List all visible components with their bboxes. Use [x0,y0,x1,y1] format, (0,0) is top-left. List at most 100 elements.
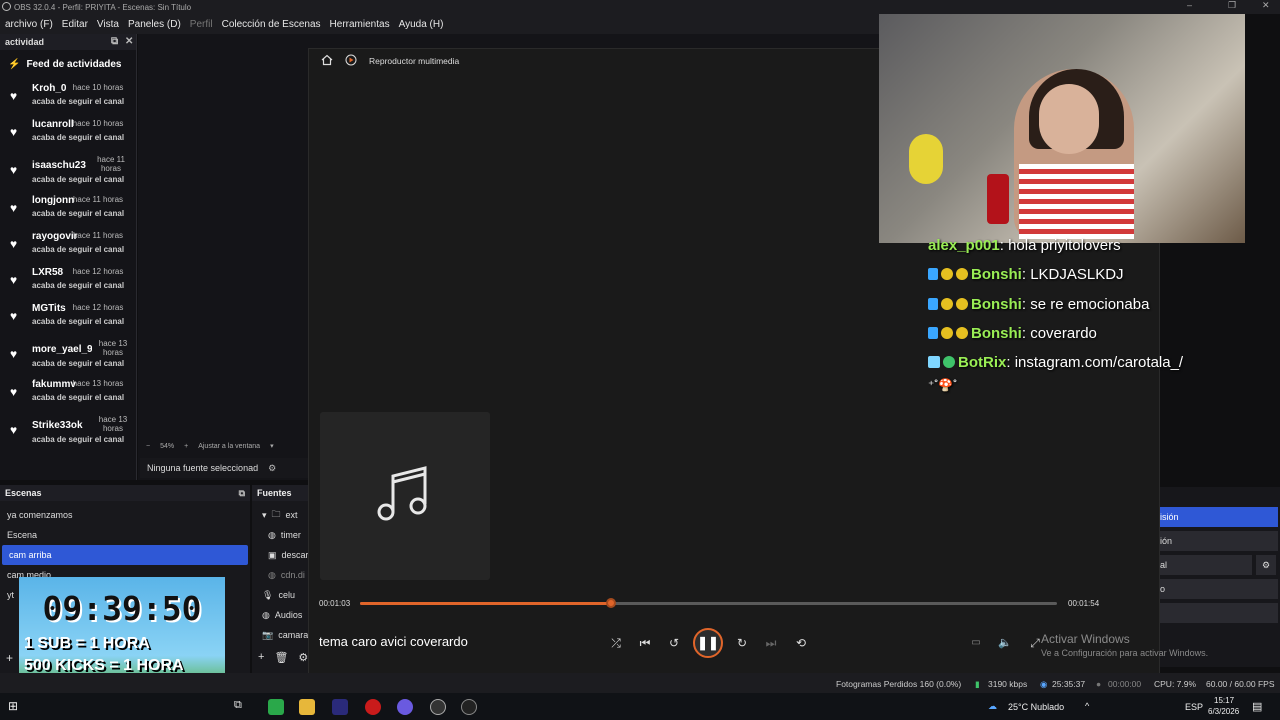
heart-icon: ♥ [10,347,18,361]
control-item[interactable]: isión [1160,507,1278,527]
windows-start-icon[interactable]: ⊞ [8,699,18,713]
undock-icon[interactable]: ⧉ [111,36,118,47]
menu-view[interactable]: Vista [97,19,119,30]
weather-text[interactable]: 25°C Nublado [1008,702,1064,712]
mushroom-emote-icon: ⁺˚🍄˚ [928,378,958,392]
undock-icon[interactable]: ⧉ [239,488,245,499]
badge-icon [928,327,938,339]
heart-icon: ♥ [10,309,18,323]
clock-date[interactable]: 6/3/2026 [1208,707,1239,716]
task-view-icon[interactable]: ⧉ [234,699,242,712]
next-icon[interactable]: ⏭ [763,635,779,651]
fit-window-label[interactable]: Ajustar a la ventana [198,443,260,450]
rec-icon: ● [1096,679,1102,689]
chat-user: Bonshi [971,296,1022,313]
heart-icon: ♥ [10,385,18,399]
volume-icon[interactable]: 🔈 [997,635,1013,651]
media-player-taskbar-icon[interactable] [461,699,477,715]
trash-icon[interactable]: 🗑 [274,651,288,664]
gear-icon[interactable]: ⚙ [1256,555,1276,575]
streamer-face [1039,84,1099,154]
weather-icon: ☁ [988,701,997,711]
obs-taskbar-icon[interactable] [430,699,446,715]
premiere-icon[interactable] [332,699,348,715]
minimize-icon[interactable]: – [1187,0,1192,10]
activity-time: hace 13 horas [98,339,128,357]
chat-emote: ⁺˚🍄˚ [928,378,957,392]
chevron-down-icon[interactable]: ▾ [270,442,274,450]
add-scene-button[interactable]: + [6,651,13,665]
status-bar: Fotogramas Perdidos 160 (0.0%) ▮ 3190 kb… [0,673,1280,693]
activity-action: acaba de seguir el canal [32,359,125,368]
tray-chevron-icon[interactable]: ^ [1085,701,1089,711]
heart-icon: ♥ [10,273,18,287]
source-item[interactable]: 📷 camara [252,625,308,645]
heart-icon: ♥ [10,237,18,251]
source-item[interactable]: ▣ descar [252,545,308,565]
menu-file[interactable]: archivo (F) [5,19,53,30]
gear-icon[interactable]: ⚙ [298,651,308,664]
seek-handle[interactable] [605,598,616,608]
menu-tools[interactable]: Herramientas [330,19,390,30]
rewind-icon[interactable]: ↺ [666,635,682,651]
file-explorer-icon[interactable] [299,699,315,715]
source-item[interactable]: 🎙 celu [252,585,308,605]
source-item[interactable]: ▾ 🗀 ext [252,505,308,525]
badge-icon [941,327,953,339]
previous-icon[interactable]: ⏮ [637,635,653,651]
source-item[interactable]: ◍ timer [252,525,308,545]
source-item[interactable]: ◍ Audios [252,605,308,625]
notification-icon[interactable]: ▤ [1252,700,1262,713]
control-item[interactable] [1160,603,1278,623]
language[interactable]: ESP [1185,702,1203,712]
menu-edit[interactable]: Editar [62,19,88,30]
globe-icon: ◍ [268,569,276,580]
close-dock-icon[interactable]: ✕ [125,36,133,47]
control-item[interactable]: o [1160,579,1278,599]
menu-profile[interactable]: Perfil [190,19,213,30]
forward-icon[interactable]: ↻ [734,635,750,651]
control-item[interactable]: ión [1160,531,1278,551]
album-art [320,412,490,580]
gear-icon[interactable]: ⚙ [268,463,276,474]
activity-user: longjonn [32,195,75,206]
maximize-icon[interactable]: ❐ [1228,0,1236,11]
app-icon-b[interactable] [268,699,284,715]
miniplayer-icon[interactable]: ▭ [968,635,984,651]
menu-docks[interactable]: Paneles (D) [128,19,181,30]
activity-action: acaba de seguir el canal [32,317,125,326]
home-icon[interactable] [321,54,333,68]
chevron-down-icon[interactable]: ▾ [262,510,267,521]
chat-text: instagram.com/carotala_/ [1014,354,1184,371]
activity-action: acaba de seguir el canal [32,133,125,142]
taco-badge-icon [956,268,968,280]
repeat-off-icon[interactable]: ⟲ [793,635,809,651]
zoom-out-button[interactable]: − [146,443,150,450]
badge-icon [928,268,938,280]
sources-dock: Fuentes ▾ 🗀 ext ◍ timer ▣ descar ◍ cdn.di 🎙 ce… [252,485,308,673]
pause-button[interactable]: ❚❚ [693,628,723,658]
opera-icon[interactable] [365,699,381,715]
discord-icon[interactable] [397,699,413,715]
menu-scene-collection[interactable]: Colección de Escenas [222,19,321,30]
zoom-in-button[interactable]: + [184,443,188,450]
control-item[interactable]: al [1160,555,1252,575]
heart-icon: ♥ [10,163,18,177]
chat-user: BotRix [958,354,1007,371]
badge-icon [941,298,953,310]
taskbar: ⊞ ⧉ ☁ 25°C Nublado ^ ESP 15:17 6/3/2026 … [0,693,1280,720]
scene-item-selected[interactable]: cam arriba [2,545,248,565]
folder-icon: 🗀 [271,509,281,519]
scene-item[interactable]: Escena [0,525,250,545]
activity-user: Kroh_0 [32,83,67,94]
close-icon[interactable]: ✕ [1262,0,1270,11]
scene-item[interactable]: ya comenzamos [0,505,250,525]
chat-message: BotRix: instagram.com/carotala_/ [928,354,1183,371]
add-source-button[interactable]: + [258,651,264,664]
menu-help[interactable]: Ayuda (H) [399,19,444,30]
title-bar: OBS 32.0.4 - Perfil: PRIYITA - Escenas: … [0,0,1280,14]
taco-badge-icon [956,298,968,310]
source-item[interactable]: ◍ cdn.di [252,565,308,585]
shuffle-icon[interactable]: ⤮ [608,635,624,651]
clock-time[interactable]: 15:17 [1214,696,1234,705]
